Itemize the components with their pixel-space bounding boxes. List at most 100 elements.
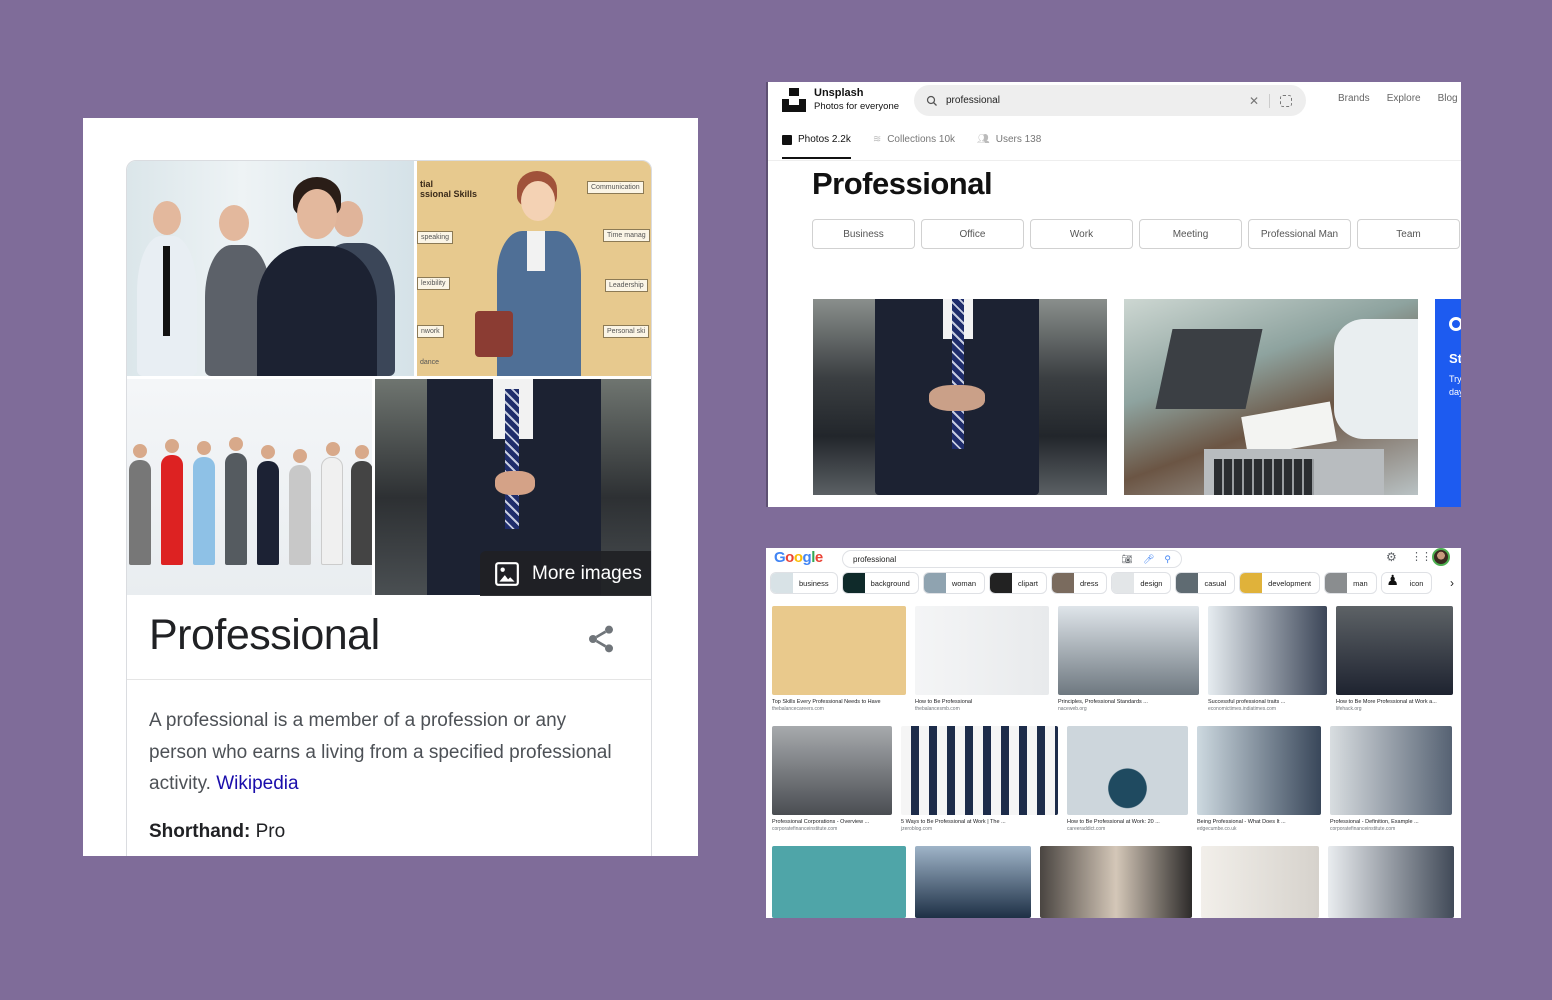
related-chip[interactable]: Meeting bbox=[1139, 219, 1242, 249]
shorthand-label: Shorthand: bbox=[149, 821, 251, 842]
image-result[interactable]: 5 Ways to Be Professional at Work | The … bbox=[901, 726, 1058, 832]
search-query: professional bbox=[853, 554, 897, 564]
entity-title: Professional bbox=[149, 611, 380, 659]
related-chip[interactable]: ♟ icon bbox=[1380, 572, 1433, 594]
image-result[interactable]: Principles, Professional Standards ... na… bbox=[1058, 606, 1199, 712]
nav-explore[interactable]: Explore bbox=[1387, 93, 1421, 104]
google-search-input[interactable]: professional 📷︎ 🎤︎ ⚲ bbox=[842, 550, 1182, 568]
collections-icon: ≋ bbox=[872, 134, 882, 145]
divider bbox=[1269, 93, 1270, 108]
google-logo[interactable]: Google bbox=[774, 549, 823, 566]
image-result[interactable]: How to Be Professional thebalancesmb.com bbox=[915, 606, 1049, 712]
shorthand-value: Pro bbox=[255, 821, 286, 842]
microphone-icon[interactable]: 🎤︎ bbox=[1143, 554, 1154, 565]
unsplash-photo-suit-man[interactable] bbox=[813, 299, 1107, 495]
related-search-chips: business background woman clipart dress … bbox=[770, 572, 1433, 594]
chip-thumbnail bbox=[1325, 573, 1348, 593]
unsplash-photo-laptops[interactable] bbox=[1124, 299, 1418, 495]
tab-users[interactable]: 👥︎ Users 138 bbox=[977, 134, 1041, 159]
unsplash-top-nav: Brands Explore Blog bbox=[1338, 93, 1458, 104]
image-result[interactable]: Professional Corporations - Overview ...… bbox=[772, 726, 892, 832]
ad-text: Tryday bbox=[1449, 374, 1461, 397]
image-result[interactable]: How to Be More Professional at Work a...… bbox=[1336, 606, 1453, 712]
image-results-row: Top Skills Every Professional Needs to H… bbox=[772, 606, 1453, 712]
image-result[interactable] bbox=[1201, 846, 1319, 918]
chip-thumbnail bbox=[771, 573, 793, 593]
nav-brands[interactable]: Brands bbox=[1338, 93, 1370, 104]
related-chip[interactable]: man bbox=[1324, 572, 1377, 594]
clear-search-icon[interactable]: ✕ bbox=[1249, 94, 1259, 108]
more-images-button[interactable]: More images bbox=[480, 551, 651, 596]
chip-thumbnail bbox=[1112, 573, 1135, 593]
image-results-row: Professional Corporations - Overview ...… bbox=[772, 726, 1452, 832]
related-chip[interactable]: Business bbox=[812, 219, 915, 249]
related-chip[interactable]: Work bbox=[1030, 219, 1133, 249]
chip-thumbnail bbox=[990, 573, 1012, 593]
image-result[interactable] bbox=[1328, 846, 1454, 918]
related-chip[interactable]: Professional Man bbox=[1248, 219, 1351, 249]
unsplash-brand[interactable]: Unsplash Photos for everyone bbox=[814, 87, 899, 113]
chip-thumbnail bbox=[842, 573, 865, 593]
brand-tagline: Photos for everyone bbox=[814, 101, 900, 112]
related-chip[interactable]: background bbox=[841, 572, 919, 594]
related-chip[interactable]: woman bbox=[922, 572, 985, 594]
search-icon bbox=[926, 95, 937, 106]
related-chip[interactable]: clipart bbox=[989, 572, 1048, 594]
kp-image-business-team[interactable] bbox=[127, 161, 414, 376]
related-search-chips: Business Office Work Meeting Professiona… bbox=[812, 219, 1461, 249]
tab-label: Photos 2.2k bbox=[798, 134, 851, 145]
chip-thumbnail bbox=[1240, 573, 1263, 593]
knowledge-panel-screenshot: tial ssional Skills Communication speaki… bbox=[83, 118, 698, 856]
divider bbox=[768, 160, 1461, 161]
kp-image-professions-group[interactable] bbox=[127, 379, 372, 595]
brand-name: Unsplash bbox=[814, 87, 864, 99]
image-icon bbox=[495, 561, 519, 586]
image-result[interactable]: Top Skills Every Professional Needs to H… bbox=[772, 606, 906, 712]
kp-image-skills-illustration[interactable]: tial ssional Skills Communication speaki… bbox=[417, 161, 651, 376]
image-result[interactable]: Professional - Definition, Example ... co… bbox=[1330, 726, 1452, 832]
settings-gear-icon[interactable]: ⚙ bbox=[1386, 550, 1397, 564]
image-results-row bbox=[772, 846, 1454, 918]
share-icon[interactable] bbox=[585, 623, 617, 655]
image-result[interactable] bbox=[915, 846, 1031, 918]
chip-thumbnail bbox=[923, 573, 946, 593]
image-result[interactable]: How to Be Professional at Work: 20 ... ca… bbox=[1067, 726, 1188, 832]
image-result[interactable] bbox=[1040, 846, 1192, 918]
google-images-screenshot: Google professional 📷︎ 🎤︎ ⚲ ⚙ ⋮⋮⋮ busine… bbox=[766, 548, 1461, 918]
wikipedia-link[interactable]: Wikipedia bbox=[216, 773, 298, 794]
visual-search-icon[interactable] bbox=[1280, 94, 1292, 107]
unsplash-search-input[interactable]: professional ✕ bbox=[914, 85, 1306, 116]
knowledge-panel-card: tial ssional Skills Communication speaki… bbox=[126, 160, 652, 856]
more-images-label: More images bbox=[532, 562, 642, 584]
divider bbox=[127, 679, 651, 680]
nav-blog[interactable]: Blog bbox=[1438, 93, 1458, 104]
unsplash-result-tabs: Photos 2.2k ≋ Collections 10k 👥︎ Users 1… bbox=[782, 134, 1041, 159]
related-chip[interactable]: design bbox=[1111, 572, 1172, 594]
unsplash-screenshot: Unsplash Photos for everyone professiona… bbox=[766, 82, 1461, 507]
tab-label: Users 138 bbox=[995, 134, 1042, 145]
unsplash-logo-icon[interactable] bbox=[782, 88, 806, 112]
shorthand-fact: Shorthand: Pro bbox=[149, 821, 285, 843]
photo-icon bbox=[782, 134, 792, 145]
search-page-title: Professional bbox=[812, 166, 993, 201]
tab-label: Collections 10k bbox=[887, 134, 956, 145]
related-chip[interactable]: business bbox=[770, 572, 838, 594]
image-result[interactable] bbox=[772, 846, 906, 918]
related-chip[interactable]: casual bbox=[1175, 572, 1236, 594]
search-icon[interactable]: ⚲ bbox=[1164, 554, 1171, 565]
image-result[interactable]: Successful professional traits ... econom… bbox=[1208, 606, 1327, 712]
unsplash-ad-banner[interactable]: St Tryday bbox=[1435, 299, 1461, 507]
related-chip[interactable]: Team bbox=[1357, 219, 1460, 249]
tab-photos[interactable]: Photos 2.2k bbox=[782, 134, 851, 159]
chevron-right-icon[interactable]: › bbox=[1450, 576, 1454, 590]
chip-thumbnail bbox=[1052, 573, 1075, 593]
camera-icon[interactable]: 📷︎ bbox=[1122, 554, 1133, 565]
related-chip[interactable]: development bbox=[1239, 572, 1321, 594]
entity-description: A professional is a member of a professi… bbox=[149, 705, 619, 800]
avatar[interactable] bbox=[1432, 548, 1450, 566]
chip-thumbnail bbox=[1176, 573, 1199, 593]
tab-collections[interactable]: ≋ Collections 10k bbox=[873, 134, 955, 159]
related-chip[interactable]: dress bbox=[1051, 572, 1108, 594]
image-result[interactable]: Being Professional - What Does It ... edg… bbox=[1197, 726, 1321, 832]
related-chip[interactable]: Office bbox=[921, 219, 1024, 249]
